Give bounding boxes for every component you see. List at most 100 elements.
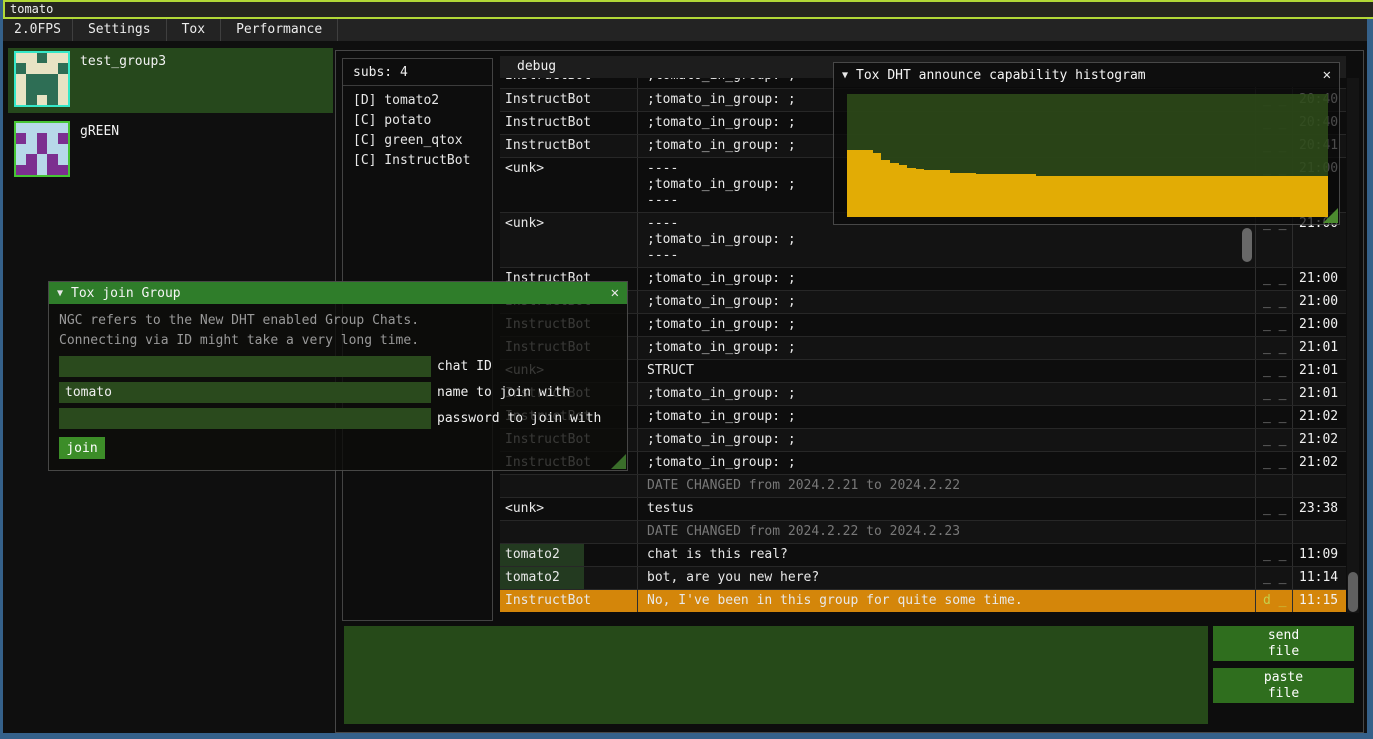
histogram-bar [1070,176,1079,217]
avatar-pixel [26,74,36,84]
avatar-pixel [37,74,47,84]
histogram-bar [1191,176,1200,217]
histogram-bar [1174,176,1183,217]
histogram-bar [873,153,882,217]
join-name-input[interactable] [59,382,431,403]
collapse-arrow-icon[interactable]: ▼ [57,288,63,299]
histogram-bar [1234,176,1243,217]
histogram-bar [1268,176,1277,217]
histogram-bar [907,168,916,217]
message-sender: InstructBot [500,590,637,612]
resize-grip-icon[interactable] [611,454,626,469]
message-input[interactable] [344,626,1208,724]
group-list: test_group3 gREEN [8,48,333,188]
group-item[interactable]: test_group3 [8,48,333,113]
avatar-pixel [47,133,57,143]
histogram-bar [1019,174,1028,217]
message-text: ;tomato_in_group: ; [638,291,1256,313]
message-sender-cell: InstructBot [500,135,638,157]
avatar-pixel [16,95,26,105]
message-text: No, I've been in this group for quite so… [638,590,1256,612]
menu-item-tox[interactable]: Tox [167,19,221,41]
message-sender-cell: <unk> [500,158,638,212]
chat-scrollbar[interactable] [1347,78,1359,613]
message-timestamp: 21:01 [1293,360,1345,382]
histogram-bar [890,163,899,217]
send-file-button[interactable]: send file [1213,626,1354,661]
member-list-item[interactable]: [D] tomato2 [353,91,482,111]
avatar-pixel [58,63,68,73]
avatar-pixel [16,84,26,94]
member-list-item[interactable]: [C] potato [353,111,482,131]
avatar-pixel [26,53,36,63]
window-titlebar[interactable]: tomato [3,0,1373,19]
join-password-input[interactable] [59,408,431,429]
join-description-line: Connecting via ID might take a very long… [59,331,617,351]
dht-histogram-titlebar[interactable]: ▼ Tox DHT announce capability histogram … [834,63,1339,87]
message-text: ;tomato_in_group: ; [638,383,1256,405]
histogram-bar [1260,176,1269,217]
avatar-pixel [47,154,57,164]
message-sender-cell: tomato2 [500,567,638,589]
histogram-bar [1062,176,1071,217]
histogram-bar [959,173,968,217]
histogram-bar [1002,174,1011,217]
histogram-bar [899,165,908,217]
menu-item-performance[interactable]: Performance [221,19,338,41]
join-button[interactable]: join [59,437,105,459]
avatar-pixel [16,53,26,63]
avatar-pixel [26,95,36,105]
message-timestamp: 11:09 [1293,544,1345,566]
avatar-pixel [47,165,57,175]
join-group-titlebar[interactable]: ▼ Tox join Group ✕ [49,282,627,304]
histogram-bar [1027,174,1036,217]
resize-grip-icon[interactable] [1323,208,1338,223]
message-text: testus [638,498,1256,520]
collapse-arrow-icon[interactable]: ▼ [842,70,848,81]
avatar-pixel [16,154,26,164]
chat-scrollbar-thumb[interactable] [1348,572,1358,612]
avatar-pixel [58,123,68,133]
join-group-body: NGC refers to the New DHT enabled Group … [49,304,627,456]
menu-item-settings[interactable]: Settings [73,19,167,41]
date-changed-row: DATE CHANGED from 2024.2.21 to 2024.2.22 [500,474,1346,497]
group-name: test_group3 [80,54,166,69]
message-text: ;tomato_in_group: ; [638,337,1256,359]
message-sender: InstructBot [500,89,637,111]
histogram-bar [1285,176,1294,217]
chat-id-input[interactable] [59,356,431,377]
chat-message-row[interactable]: tomato2bot, are you new here?_ _11:14 [500,566,1346,589]
chat-message-row[interactable]: InstructBotNo, I've been in this group f… [500,589,1346,612]
avatar-pixel [58,53,68,63]
message-flags: d _ [1256,590,1293,612]
close-icon[interactable]: ✕ [611,285,619,301]
message-flags: _ _ [1256,383,1293,405]
avatar-pixel [16,74,26,84]
window-title: tomato [10,2,53,16]
histogram-bar [933,170,942,217]
member-list-item[interactable]: [C] InstructBot [353,151,482,171]
histogram-bar [1113,176,1122,217]
avatar-pixel [37,165,47,175]
avatar-pixel [47,144,57,154]
message-flags: _ _ [1256,567,1293,589]
avatar-pixel [26,165,36,175]
avatar-pixel [58,95,68,105]
message-flags: _ _ [1256,452,1293,474]
histogram-bar [950,173,959,217]
avatar-pixel [47,74,57,84]
message-text: bot, are you new here? [638,567,1256,589]
histogram-bar [1277,176,1286,217]
histogram-bar [1139,176,1148,217]
chat-message-row[interactable]: <unk>testus_ _23:38 [500,497,1346,520]
group-item[interactable]: gREEN [8,118,333,183]
message-flags: _ _ [1256,406,1293,428]
member-list-item[interactable]: [C] green_qtox [353,131,482,151]
paste-file-button[interactable]: paste file [1213,668,1354,703]
message-flags: _ _ [1256,337,1293,359]
chat-message-row[interactable]: tomato2chat is this real?_ _11:09 [500,543,1346,566]
avatar-pixel [16,123,26,133]
close-icon[interactable]: ✕ [1323,67,1331,83]
log-scrollbar-thumb[interactable] [1242,228,1252,262]
join-password-label: password to join with [437,411,601,426]
